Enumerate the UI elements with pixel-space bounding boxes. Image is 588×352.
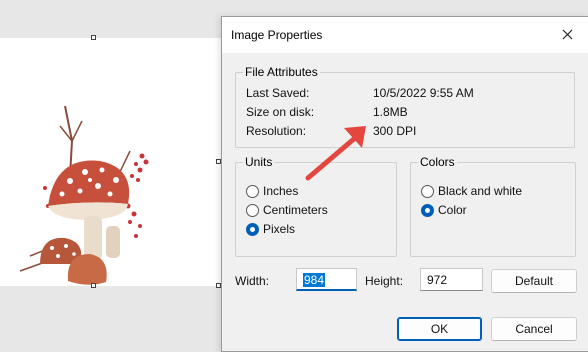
units-inches-radio[interactable]: Inches [246,184,298,198]
colors-legend: Colors [418,155,457,169]
units-centimeters-radio[interactable]: Centimeters [246,203,328,217]
dialog-title: Image Properties [231,28,323,42]
radio-indicator-selected [246,222,259,236]
file-attributes-legend: File Attributes [243,65,320,79]
width-label: Width: [235,274,270,288]
size-on-disk-value: 1.8MB [373,105,408,119]
ok-button[interactable]: OK [397,317,482,341]
last-saved-value: 10/5/2022 9:55 AM [373,86,474,100]
radio-indicator [246,203,259,217]
default-button[interactable]: Default [491,269,577,293]
image-canvas[interactable] [0,35,222,288]
radio-indicator [421,184,434,198]
cancel-button[interactable]: Cancel [491,317,577,341]
last-saved-label: Last Saved: [246,86,310,100]
file-attributes-group: File Attributes Last Saved: 10/5/2022 9:… [235,65,575,148]
units-pixels-radio[interactable]: Pixels [246,222,295,236]
resolution-label: Resolution: [246,124,307,138]
units-legend: Units [243,155,275,169]
size-on-disk-label: Size on disk: [246,105,315,119]
default-button-label: Default [514,274,554,288]
resize-handle-top-center[interactable] [91,35,96,40]
annotation-arrow-icon [305,126,366,181]
height-label: Height: [365,274,404,288]
dialog-titlebar: Image Properties [222,17,588,53]
units-centimeters-label: Centimeters [263,203,328,217]
resize-handle-bottom-center[interactable] [91,283,96,288]
mushroom-illustration [19,105,149,285]
colors-black-and-white-label: Black and white [438,184,523,198]
radio-indicator [246,184,259,198]
width-field[interactable]: 984 [296,268,357,291]
height-field[interactable]: 972 [420,268,483,291]
colors-color-label: Color [438,203,467,217]
width-value: 984 [303,273,326,287]
close-icon [562,29,572,39]
colors-black-and-white-radio[interactable]: Black and white [421,184,522,198]
units-inches-label: Inches [263,184,299,198]
colors-group: Colors Black and white Color [410,155,576,257]
image-properties-dialog: Image Properties File Attributes Last Sa… [221,16,588,352]
cancel-button-label: Cancel [515,322,553,336]
colors-color-radio[interactable]: Color [421,203,467,217]
units-pixels-label: Pixels [263,222,296,236]
radio-indicator-selected [421,203,434,217]
ok-button-label: OK [430,322,449,336]
close-button[interactable] [556,23,578,45]
height-value: 972 [427,273,448,287]
